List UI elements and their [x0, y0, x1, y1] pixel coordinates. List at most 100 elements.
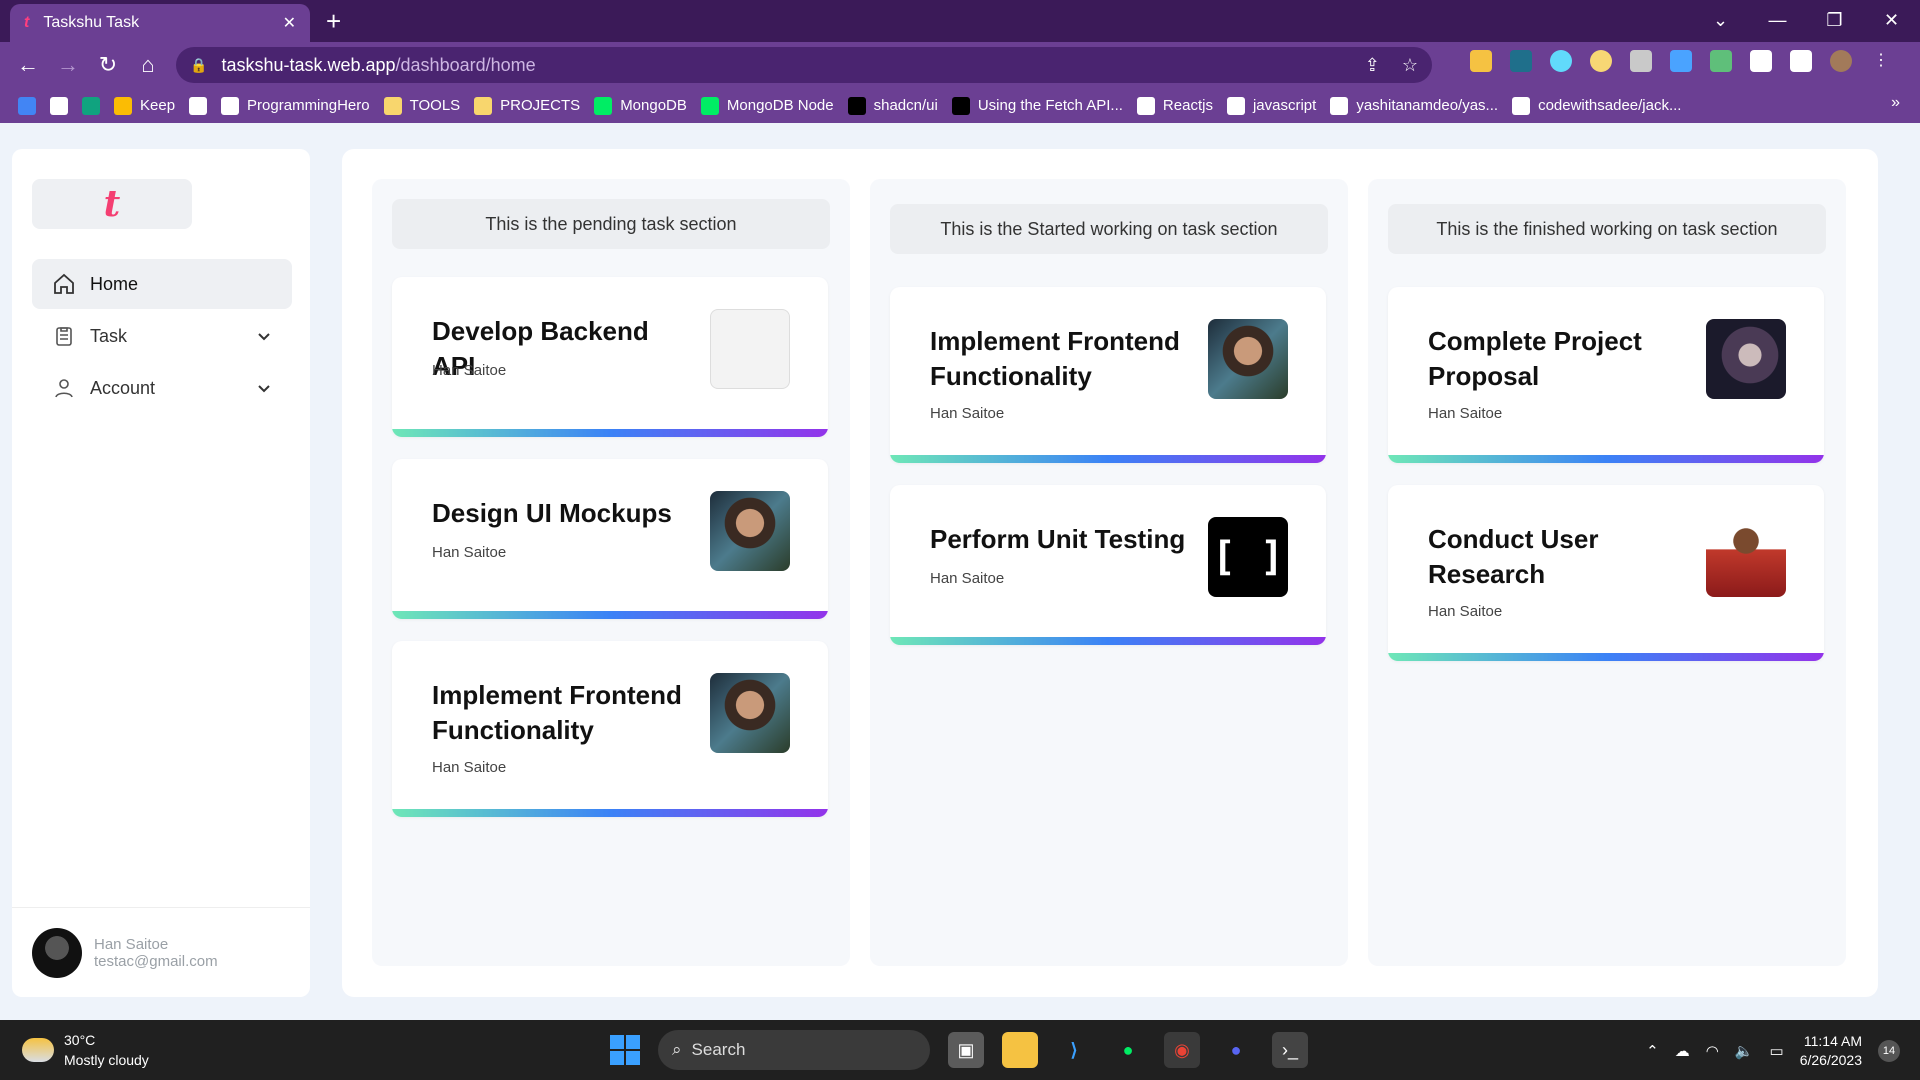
chrome-icon[interactable]: ◉	[1164, 1032, 1200, 1068]
chevron-down-icon[interactable]	[256, 380, 272, 396]
bookmark-icon	[1512, 96, 1531, 115]
weather-temp: 30°C	[64, 1032, 96, 1048]
task-assignee: Han Saitoe	[432, 544, 507, 561]
bookmark-item[interactable]	[18, 96, 36, 115]
home-button[interactable]: ⌂	[128, 52, 168, 78]
bookmark-icon	[474, 96, 493, 115]
cloud-sun-icon	[22, 1038, 54, 1062]
bookmark-item[interactable]: ProgrammingHero	[221, 96, 370, 115]
task-card[interactable]: Perform Unit Testing Han Saitoe [ ]	[890, 485, 1326, 645]
bookmark-item[interactable]	[189, 96, 208, 115]
forward-button[interactable]: →	[48, 52, 88, 78]
bookmark-item[interactable]: yashitanamdeo/yas...	[1330, 96, 1498, 115]
clock[interactable]: 11:14 AM 6/26/2023	[1800, 1032, 1862, 1070]
extension-icon[interactable]	[1590, 50, 1612, 72]
site-favicon-icon: t	[24, 14, 30, 31]
shield-icon[interactable]	[1630, 50, 1652, 72]
bookmark-item[interactable]: TOOLS	[383, 96, 460, 115]
back-button[interactable]: ←	[8, 52, 48, 78]
bookmark-item[interactable]: Reactjs	[1136, 96, 1213, 115]
bookmark-item[interactable]	[82, 96, 100, 115]
bookmark-icon	[700, 96, 719, 115]
puzzle-icon[interactable]	[1750, 50, 1772, 72]
reload-button[interactable]: ↻	[88, 52, 128, 78]
terminal-icon[interactable]: ›_	[1272, 1032, 1308, 1068]
side-panel-icon[interactable]	[1790, 50, 1812, 72]
bookmark-item[interactable]: Using the Fetch API...	[951, 96, 1123, 115]
wifi-icon[interactable]: ◠	[1706, 1042, 1719, 1060]
bookmark-icon	[50, 96, 68, 115]
profile-avatar[interactable]	[1830, 50, 1852, 72]
sidebar-nav: Home Task Account	[32, 259, 292, 415]
volume-icon[interactable]: 🔈	[1735, 1042, 1754, 1060]
task-title: Complete Project Proposal	[1428, 326, 1642, 391]
browser-tab[interactable]: t Taskshu Task ✕	[10, 4, 310, 42]
tab-search-icon[interactable]: ⌄	[1692, 4, 1749, 36]
new-tab-button[interactable]: +	[326, 6, 341, 36]
weather-widget[interactable]: 30°C Mostly cloudy	[22, 1030, 149, 1070]
extension-icon[interactable]	[1510, 50, 1532, 72]
bookmark-item[interactable]: Keep	[114, 96, 176, 115]
bookmark-item[interactable]	[50, 96, 68, 115]
file-explorer-icon[interactable]	[1002, 1032, 1038, 1068]
share-icon[interactable]: ⇪	[1365, 55, 1380, 76]
bookmarks-overflow-icon[interactable]: »	[1891, 94, 1900, 112]
task-card[interactable]: Implement Frontend Functionality Han Sait…	[890, 287, 1326, 463]
address-bar[interactable]: 🔒 taskshu-task.web.app/dashboard/home ⇪ …	[176, 47, 1432, 83]
url-text[interactable]: taskshu-task.web.app/dashboard/home	[221, 55, 1364, 76]
task-card[interactable]: Conduct User Research Han Saitoe	[1388, 485, 1824, 661]
extension-icon[interactable]	[1470, 50, 1492, 72]
tab-close-icon[interactable]: ✕	[283, 13, 296, 33]
bookmark-icon	[1330, 96, 1349, 115]
bookmark-item[interactable]: MongoDB	[594, 96, 687, 115]
onedrive-icon[interactable]: ☁	[1675, 1042, 1690, 1060]
sidebar-item-label: Task	[90, 325, 128, 346]
task-assignee: Han Saitoe	[432, 362, 507, 379]
bookmark-item[interactable]: shadcn/ui	[847, 96, 938, 115]
task-card[interactable]: Design UI Mockups Han Saitoe	[392, 459, 828, 619]
bookmark-star-icon[interactable]: ☆	[1402, 55, 1418, 76]
task-assignee: Han Saitoe	[930, 570, 1005, 587]
notification-badge[interactable]: 14	[1878, 1040, 1900, 1062]
task-card[interactable]: Develop Backend API Han Saitoe	[392, 277, 828, 437]
minimize-button[interactable]: —	[1749, 4, 1806, 36]
os-taskbar: 30°C Mostly cloudy ⌕ Search ▣ ⟩ ● ◉ ● ›_…	[0, 1020, 1920, 1080]
task-image	[710, 673, 790, 753]
restore-button[interactable]: ❐	[1806, 4, 1863, 36]
lock-icon[interactable]: 🔒	[190, 57, 207, 74]
bookmark-item[interactable]: javascript	[1226, 96, 1316, 115]
bookmark-icon	[383, 96, 402, 115]
menu-icon[interactable]: ⋮	[1870, 50, 1892, 72]
task-view-icon[interactable]: ▣	[948, 1032, 984, 1068]
extension-icon[interactable]	[1670, 50, 1692, 72]
task-card[interactable]: Implement Frontend Functionality Han Sait…	[392, 641, 828, 817]
extension-icon[interactable]	[1710, 50, 1732, 72]
task-column: This is the Started working on task sect…	[870, 179, 1348, 966]
react-devtools-icon[interactable]	[1550, 50, 1572, 72]
taskbar-search[interactable]: ⌕ Search	[658, 1030, 930, 1070]
mongodb-compass-icon[interactable]: ●	[1110, 1032, 1146, 1068]
column-heading: This is the finished working on task sec…	[1388, 204, 1826, 254]
task-card[interactable]: Complete Project Proposal Han Saitoe	[1388, 287, 1824, 463]
card-gradient-bar	[890, 455, 1326, 463]
app-logo[interactable]: t	[32, 179, 192, 229]
bookmarks-bar: Keep ProgrammingHero TOOLS PROJECTS MongoDB M…	[0, 88, 1920, 123]
search-icon: ⌕	[672, 1040, 682, 1059]
bookmark-item[interactable]: MongoDB Node	[700, 96, 834, 115]
close-window-button[interactable]: ✕	[1863, 4, 1920, 36]
battery-icon[interactable]: ▭	[1770, 1042, 1784, 1060]
start-button[interactable]	[610, 1035, 640, 1065]
bookmark-item[interactable]: PROJECTS	[474, 96, 580, 115]
sidebar-item-account[interactable]: Account	[32, 363, 292, 413]
discord-icon[interactable]: ●	[1218, 1032, 1254, 1068]
chevron-down-icon[interactable]	[256, 328, 272, 344]
bookmark-label: Keep	[140, 97, 176, 114]
vscode-icon[interactable]: ⟩	[1056, 1032, 1092, 1068]
bookmark-item[interactable]: codewithsadee/jack...	[1512, 96, 1681, 115]
sidebar-item-task[interactable]: Task	[32, 311, 292, 361]
card-gradient-bar	[890, 637, 1326, 645]
bookmark-icon	[18, 96, 36, 115]
user-profile[interactable]: Han Saitoe testac@gmail.com	[12, 907, 310, 997]
sidebar-item-home[interactable]: Home	[32, 259, 292, 309]
chevron-up-icon[interactable]: ⌃	[1646, 1042, 1659, 1060]
